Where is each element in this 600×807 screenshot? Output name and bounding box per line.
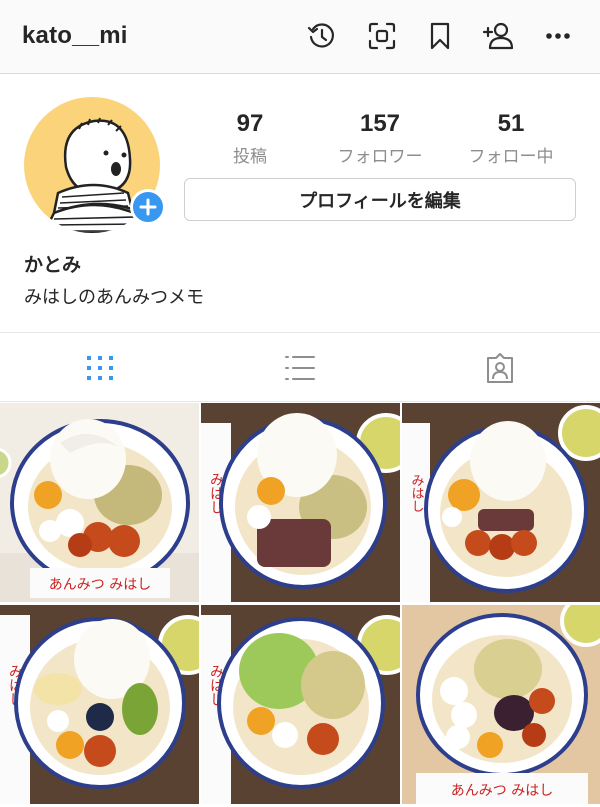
posts-label: 投稿 [233, 147, 267, 167]
svg-text:あんみつ みはし: あんみつ みはし [49, 577, 151, 593]
following-label: フォロー中 [468, 147, 554, 167]
qr-scan-icon[interactable] [364, 18, 400, 54]
followers-label: フォロワー [337, 147, 423, 167]
post-thumbnail[interactable]: みはし [402, 403, 600, 602]
bio-text: みはしのあんみつメモ [24, 287, 204, 308]
stat-following[interactable]: 51 フォロー中 [441, 110, 581, 167]
plus-icon [139, 198, 157, 216]
tagged-icon [487, 353, 513, 383]
post-grid: あんみつ みはし みはし みはし みはし みはし あんみつ みはし [0, 403, 600, 807]
tab-list[interactable] [200, 333, 400, 403]
edit-profile-button[interactable]: プロフィールを編集 [184, 178, 576, 221]
post-thumbnail[interactable]: みはし [201, 403, 400, 602]
post-thumbnail[interactable]: あんみつ みはし [0, 403, 199, 602]
followers-count: 157 [359, 110, 401, 137]
list-icon [285, 356, 315, 380]
add-user-icon[interactable] [480, 18, 516, 54]
username[interactable]: kato__mi [22, 22, 128, 50]
tab-tagged[interactable] [400, 333, 600, 403]
add-story-button[interactable] [130, 189, 166, 225]
svg-text:あんみつ みはし: あんみつ みはし [451, 783, 553, 799]
tab-grid[interactable] [0, 333, 200, 403]
stat-followers[interactable]: 157 フォロワー [310, 110, 450, 167]
stat-posts[interactable]: 97 投稿 [180, 110, 320, 167]
post-thumbnail[interactable]: みはし [201, 605, 400, 804]
following-count: 51 [497, 110, 525, 137]
more-icon[interactable] [540, 18, 576, 54]
history-icon[interactable] [304, 18, 340, 54]
top-bar: kato__mi [0, 0, 600, 74]
profile-avatar[interactable] [24, 97, 166, 233]
bookmark-icon[interactable] [422, 18, 458, 54]
post-thumbnail[interactable]: あんみつ みはし [402, 605, 600, 804]
grid-icon [87, 356, 113, 380]
svg-text:みはし: みはし [409, 474, 424, 513]
post-thumbnail[interactable]: みはし [0, 605, 199, 804]
posts-count: 97 [236, 110, 264, 137]
display-name: かとみ [24, 254, 82, 276]
profile-tabs [0, 332, 600, 402]
